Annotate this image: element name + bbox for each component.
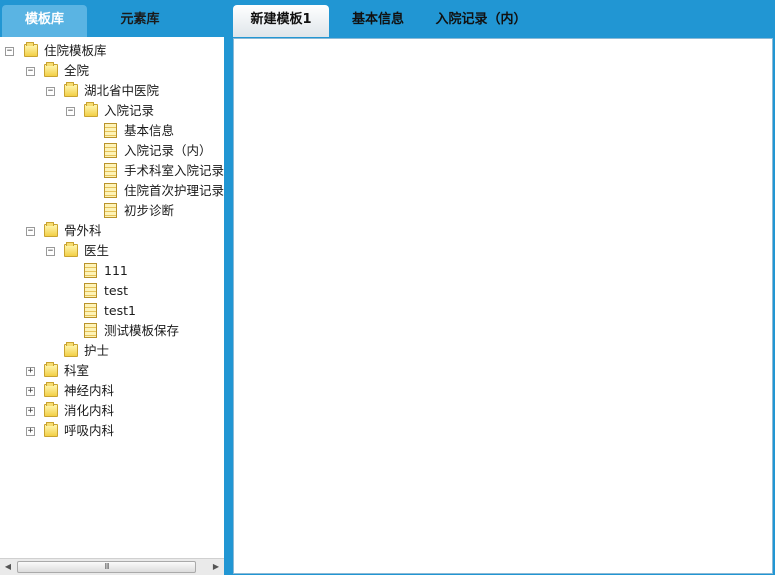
document-icon [104, 163, 117, 178]
tree-node-label: 入院记录（内） [124, 143, 212, 158]
tree-node-label: 神经内科 [64, 383, 115, 398]
tree-node-label: 测试模板保存 [104, 323, 180, 338]
tab-basic-info[interactable]: 基本信息 [340, 5, 416, 37]
template-tree: − 住院模板库 − 全院 − 湖北省中医院 − 入院记录 基本信息 入院记录（内… [0, 37, 224, 558]
folder-icon [44, 62, 58, 77]
folder-icon [84, 102, 98, 117]
document-icon [104, 183, 117, 198]
horizontal-scrollbar[interactable]: ◀ III ▶ [0, 558, 224, 575]
tree-node-label: 全院 [64, 63, 90, 78]
tree-node-label: test [104, 283, 129, 298]
left-tab-bar: 模板库 元素库 [0, 0, 226, 37]
collapse-toggle-icon[interactable]: − [26, 67, 35, 76]
folder-icon [64, 342, 78, 357]
document-tab-bar: 新建模板1 基本信息 入院记录（内） [232, 0, 775, 37]
tree-node-label: 住院模板库 [44, 43, 107, 58]
collapse-toggle-icon[interactable]: − [66, 107, 75, 116]
tree-node-label: 手术科室入院记录 [124, 163, 224, 178]
folder-icon [44, 422, 58, 437]
folder-icon [24, 42, 38, 57]
document-icon [104, 143, 117, 158]
tree-node-label: 湖北省中医院 [84, 83, 160, 98]
tree-node-label: 护士 [84, 343, 110, 358]
folder-icon [44, 222, 58, 237]
folder-icon [44, 402, 58, 417]
collapse-toggle-icon[interactable]: − [5, 47, 14, 56]
collapse-toggle-icon[interactable]: − [46, 247, 55, 256]
scroll-right-arrow-icon[interactable]: ▶ [210, 561, 222, 573]
document-icon [84, 303, 97, 318]
tree-node-label: 111 [104, 263, 128, 278]
tab-admission-record-internal[interactable]: 入院记录（内） [428, 5, 534, 37]
tab-template-library[interactable]: 模板库 [2, 5, 87, 37]
tree-node-label: 住院首次护理记录 [124, 183, 224, 198]
expand-toggle-icon[interactable]: + [26, 367, 35, 376]
collapse-toggle-icon[interactable]: − [26, 227, 35, 236]
tree-node-label: 入院记录 [104, 103, 155, 118]
tree-node-label: 初步诊断 [124, 203, 175, 218]
tree-node-label: test1 [104, 303, 136, 318]
tab-new-template-1[interactable]: 新建模板1 [233, 5, 329, 37]
tab-element-library[interactable]: 元素库 [96, 5, 184, 37]
scrollbar-thumb[interactable]: III [17, 561, 196, 573]
expand-toggle-icon[interactable]: + [26, 387, 35, 396]
folder-icon [64, 82, 78, 97]
tree-node-label: 骨外科 [64, 223, 102, 238]
tree-node-label: 呼吸内科 [64, 423, 115, 438]
tree-node-label: 消化内科 [64, 403, 115, 418]
left-panel: 模板库 元素库 − 住院模板库 − 全院 − 湖北省中医院 − 入院记录 基本信… [0, 0, 226, 575]
document-icon [104, 203, 117, 218]
document-icon [84, 283, 97, 298]
collapse-toggle-icon[interactable]: − [46, 87, 55, 96]
document-icon [84, 263, 97, 278]
tree-node-label: 科室 [64, 363, 90, 378]
folder-icon [44, 362, 58, 377]
expand-toggle-icon[interactable]: + [26, 407, 35, 416]
folder-icon [64, 242, 78, 257]
document-icon [104, 123, 117, 138]
editor-content-area[interactable] [233, 38, 773, 574]
expand-toggle-icon[interactable]: + [26, 427, 35, 436]
tree-node-label: 基本信息 [124, 123, 175, 138]
folder-icon [44, 382, 58, 397]
document-icon [84, 323, 97, 338]
scroll-left-arrow-icon[interactable]: ◀ [2, 561, 14, 573]
tree-node-label: 医生 [84, 243, 110, 258]
